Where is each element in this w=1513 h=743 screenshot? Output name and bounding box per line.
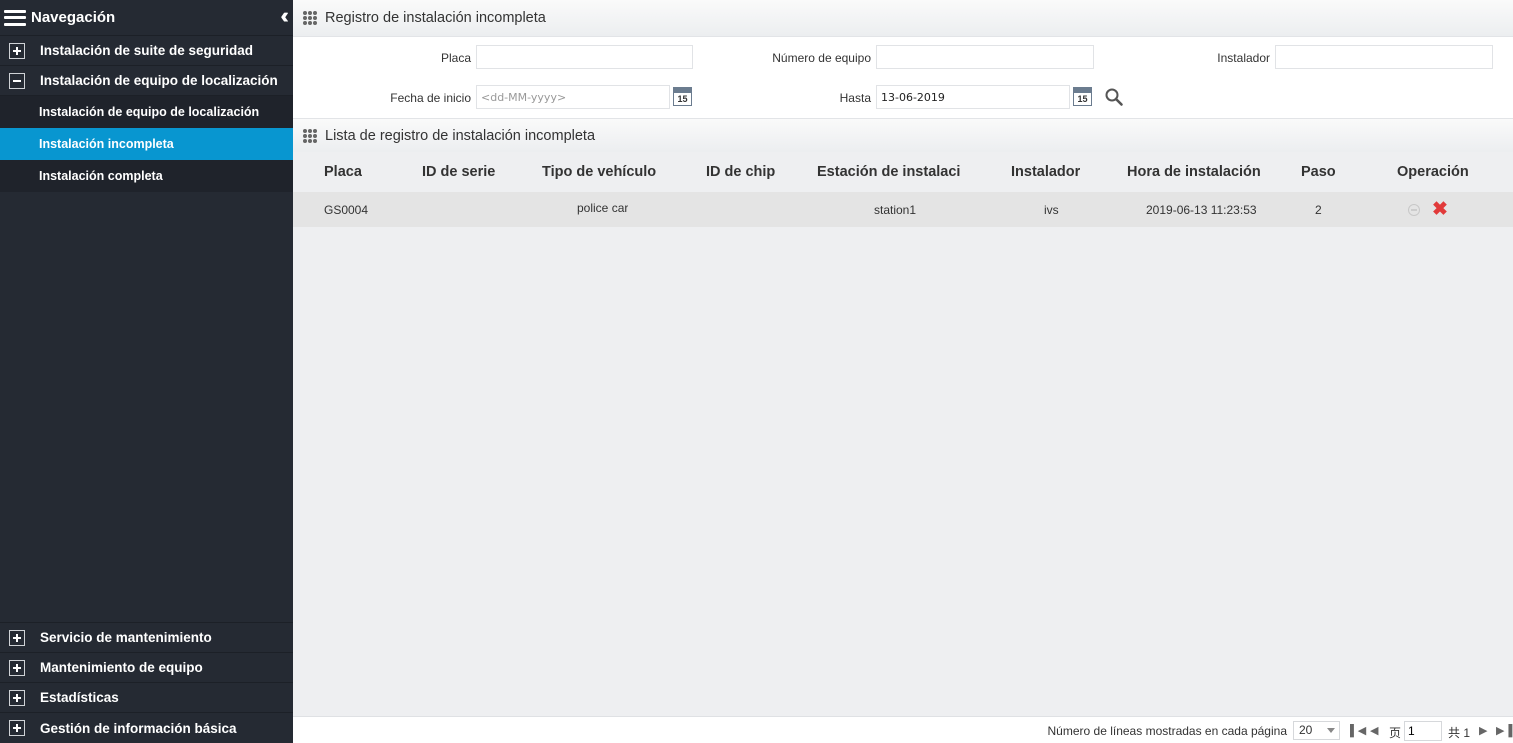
list-section-header: Lista de registro de instalación incompl…: [293, 118, 1513, 152]
main-content: Registro de instalación incompleta Placa…: [293, 0, 1513, 743]
nav-title: Navegación: [31, 9, 116, 26]
calendar-icon[interactable]: 15: [673, 87, 692, 106]
cell-tipo-vehiculo: police car: [577, 200, 629, 215]
fecha-inicio-input[interactable]: [476, 85, 670, 109]
menu-icon[interactable]: [4, 9, 26, 26]
expand-icon: [9, 720, 25, 736]
chevron-down-icon: [1327, 728, 1335, 733]
placa-input[interactable]: [476, 45, 693, 69]
pagination-bar: Número de líneas mostradas en cada págin…: [293, 716, 1513, 743]
col-operacion: Operación: [1397, 164, 1469, 180]
nav-item-equipo-localizacion[interactable]: Instalación de equipo de localización: [0, 96, 293, 128]
numero-equipo-input[interactable]: [876, 45, 1094, 69]
instalador-label: Instalador: [1217, 51, 1270, 65]
search-section-header: Registro de instalación incompleta: [293, 0, 1513, 36]
navigation-sidebar: Navegación ‹‹ Instalación de suite de se…: [0, 0, 293, 743]
nav-group-label: Instalación de suite de seguridad: [40, 43, 254, 58]
total-pages: 共 1: [1448, 726, 1471, 740]
expand-icon: [9, 629, 25, 646]
col-estacion[interactable]: Estación de instalaci: [817, 164, 979, 180]
col-placa[interactable]: Placa: [324, 164, 362, 180]
nav-group-servicio-mantenimiento[interactable]: Servicio de mantenimiento: [0, 623, 293, 653]
col-paso[interactable]: Paso: [1301, 164, 1336, 180]
disabled-action-icon: [1408, 203, 1420, 216]
first-page-icon[interactable]: ▌◀: [1350, 724, 1366, 737]
search-icon[interactable]: [1104, 87, 1124, 107]
table-header: Placa ID de serie Tipo de vehículo ID de…: [293, 152, 1513, 192]
grid-dots-icon: [303, 128, 317, 143]
page-size-value: 20: [1299, 723, 1313, 737]
row-operations: ✖: [1408, 200, 1448, 219]
page-size-select[interactable]: 20: [1293, 721, 1340, 740]
search-section-title: Registro de instalación incompleta: [325, 10, 546, 26]
calendar-icon[interactable]: 15: [1073, 87, 1092, 106]
page-number-input[interactable]: [1404, 721, 1442, 741]
nav-group-estadisticas[interactable]: Estadísticas: [0, 683, 293, 713]
col-hora[interactable]: Hora de instalación: [1127, 164, 1279, 180]
records-table: Placa ID de serie Tipo de vehículo ID de…: [293, 152, 1513, 227]
nav-group-label: Mantenimiento de equipo: [40, 660, 203, 675]
placa-label: Placa: [440, 51, 471, 65]
last-page-icon[interactable]: ▶▐: [1496, 724, 1512, 737]
search-form: Placa Número de equipo Instalador Fecha …: [293, 36, 1513, 118]
nav-group-equipo-localizacion[interactable]: Instalación de equipo de localización: [0, 66, 293, 96]
numero-equipo-label: Número de equipo: [772, 51, 871, 65]
fecha-inicio-label: Fecha de inicio: [390, 91, 471, 105]
hasta-label: Hasta: [839, 91, 871, 105]
expand-icon: [9, 689, 25, 706]
collapse-icon: [9, 72, 25, 89]
cell-paso: 2: [1315, 202, 1322, 217]
grid-dots-icon: [303, 11, 317, 25]
nav-bottom-groups: Servicio de mantenimiento Mantenimiento …: [0, 622, 293, 743]
expand-icon: [9, 659, 25, 676]
table-row[interactable]: GS0004 police car station1 ivs 2019-06-1…: [293, 192, 1513, 227]
nav-group-mantenimiento-equipo[interactable]: Mantenimiento de equipo: [0, 653, 293, 683]
next-page-icon[interactable]: ▶: [1479, 724, 1487, 737]
cell-estacion: station1: [874, 202, 917, 217]
col-tipo-vehiculo[interactable]: Tipo de vehículo: [542, 164, 656, 180]
nav-group-label: Servicio de mantenimiento: [40, 630, 212, 645]
delete-icon[interactable]: ✖: [1432, 200, 1448, 219]
page-prefix: 页: [1389, 726, 1402, 740]
col-id-chip[interactable]: ID de chip: [706, 164, 775, 180]
nav-group-label: Estadísticas: [40, 690, 119, 705]
nav-header: Navegación ‹‹: [0, 0, 293, 36]
col-id-serie[interactable]: ID de serie: [422, 164, 495, 180]
nav-group-suite-seguridad[interactable]: Instalación de suite de seguridad: [0, 36, 293, 66]
nav-group-label: Instalación de equipo de localización: [40, 73, 278, 88]
collapse-sidebar-icon[interactable]: ‹‹: [280, 5, 288, 27]
nav-group-label: Gestión de información básica: [40, 720, 237, 736]
expand-icon: [9, 42, 25, 59]
hasta-input[interactable]: [876, 85, 1070, 109]
col-instalador[interactable]: Instalador: [1011, 164, 1080, 180]
nav-item-instalacion-completa[interactable]: Instalación completa: [0, 160, 293, 192]
page-size-label: Número de líneas mostradas en cada págin…: [1047, 724, 1287, 738]
instalador-input[interactable]: [1275, 45, 1493, 69]
cell-instalador: ivs: [1044, 202, 1059, 217]
nav-item-instalacion-incompleta[interactable]: Instalación incompleta: [0, 128, 293, 160]
prev-page-icon[interactable]: ◀: [1370, 724, 1378, 737]
list-section-title: Lista de registro de instalación incompl…: [325, 127, 596, 144]
cell-placa: GS0004: [324, 202, 369, 217]
cell-hora: 2019-06-13 11:23:53: [1146, 202, 1257, 217]
nav-group-gestion-informacion[interactable]: Gestión de información básica: [0, 713, 293, 743]
